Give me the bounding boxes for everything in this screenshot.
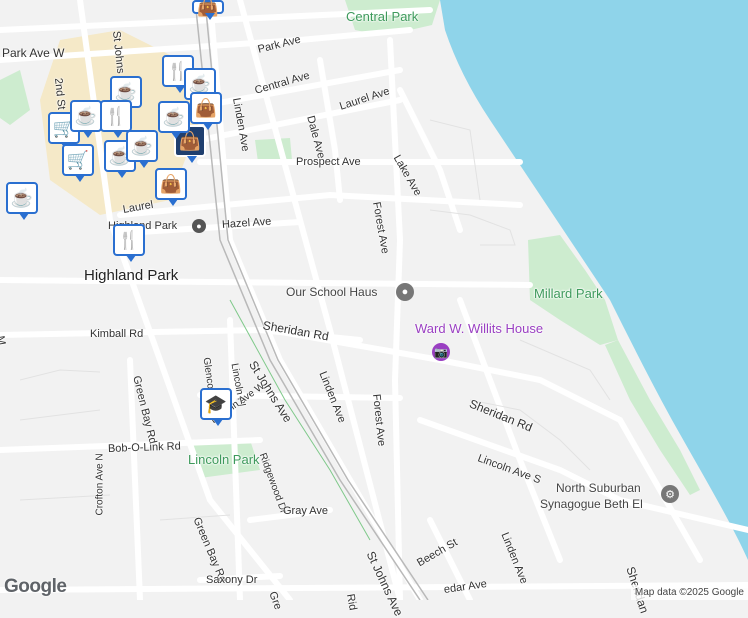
coffee-pin-icon[interactable]: ☕ bbox=[6, 182, 38, 220]
google-logo: Google bbox=[4, 576, 67, 597]
label-crofton-ave-n: Crofton Ave N bbox=[94, 453, 106, 516]
label-bob-o-link-rd: Bob-O-Link Rd bbox=[107, 440, 181, 455]
synagogue-place-icon[interactable]: ⚙ bbox=[661, 485, 679, 503]
coffee-pin-icon-7[interactable]: ☕ bbox=[70, 100, 102, 138]
label-our-school-haus: Our School Haus bbox=[286, 285, 378, 299]
label-ward-willits: Ward W. Willits House bbox=[415, 321, 544, 336]
restaurant-pin-icon-2[interactable]: 🍴 bbox=[100, 100, 132, 138]
label-north-suburban-1: North Suburban bbox=[556, 481, 641, 495]
label-kimball-rd: Kimball Rd bbox=[90, 328, 144, 340]
prospect-green bbox=[255, 138, 292, 162]
coffee-pin-icon-6[interactable]: ☕ bbox=[158, 101, 190, 139]
restaurant-pin-icon[interactable]: 🍴 bbox=[113, 224, 145, 262]
label-north-suburban-2: Synagogue Beth El bbox=[540, 497, 643, 511]
station-transit-icon[interactable]: ● bbox=[192, 219, 206, 233]
label-park-ave-w: Park Ave W bbox=[2, 46, 65, 60]
shopping-bag-pin-icon-3[interactable]: 👜 bbox=[190, 92, 222, 130]
coffee-pin-icon-3[interactable]: ☕ bbox=[126, 130, 158, 168]
label-rid: Rid bbox=[344, 592, 359, 612]
label-gray-ave: Gray Ave bbox=[283, 505, 329, 517]
label-central-park: Central Park bbox=[346, 9, 419, 24]
shopping-bag-pin-icon-4[interactable]: 👜 bbox=[192, 0, 224, 20]
label-highland-park-city: Highland Park bbox=[84, 267, 179, 284]
label-prospect-ave: Prospect Ave bbox=[296, 156, 361, 168]
label-lincoln-park: Lincoln Park bbox=[188, 452, 260, 467]
label-millard-park: Millard Park bbox=[534, 286, 603, 301]
ward-willits-camera-icon[interactable]: 📷 bbox=[432, 343, 450, 361]
shopping-cart-pin-icon-2[interactable]: 🛒 bbox=[62, 144, 94, 182]
map-data-attribution[interactable]: Map data ©2025 Google bbox=[630, 585, 748, 600]
our-school-haus-marker[interactable]: ● bbox=[396, 283, 414, 301]
shopping-bag-pin-icon[interactable]: 👜 bbox=[155, 168, 187, 206]
label-saxony-dr: Saxony Dr bbox=[206, 574, 258, 586]
school-pin-icon[interactable]: 🎓 bbox=[200, 388, 232, 426]
